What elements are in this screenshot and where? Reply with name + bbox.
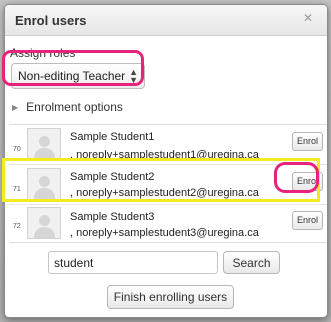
select-arrows-icon: ▲ ▼	[129, 67, 138, 85]
enrol-users-dialog: Enrol users ✕ Assign roles Non-editing T…	[4, 4, 328, 318]
user-name: Sample Student1	[70, 131, 155, 143]
expand-triangle-icon: ▶	[12, 102, 19, 112]
enrol-button[interactable]: Enrol	[292, 172, 323, 191]
enrolment-options-toggle[interactable]: ▶ Enrolment options	[12, 100, 123, 114]
user-email: , noreply+samplestudent1@uregina.ca	[70, 149, 259, 161]
avatar	[27, 207, 61, 239]
role-select[interactable]: Non-editing Teacher ▲ ▼	[11, 63, 145, 89]
avatar	[27, 128, 61, 160]
dialog-title: Enrol users	[15, 13, 87, 28]
close-icon[interactable]: ✕	[303, 11, 313, 25]
list-item: 70 Sample Student1 , noreply+samplestude…	[9, 125, 327, 165]
dialog-header: Enrol users ✕	[5, 5, 327, 36]
assign-roles-label: Assign roles	[10, 46, 76, 60]
avatar	[27, 168, 61, 200]
search-input[interactable]	[48, 251, 218, 274]
enrol-button[interactable]: Enrol	[292, 132, 323, 151]
search-button[interactable]: Search	[223, 251, 280, 274]
user-name: Sample Student3	[70, 211, 155, 223]
row-number: 71	[13, 186, 21, 193]
list-item: 71 Sample Student2 , noreply+samplestude…	[9, 165, 327, 205]
enrolment-options-label: Enrolment options	[26, 100, 123, 114]
row-number: 72	[13, 223, 21, 230]
list-item: 72 Sample Student3 , noreply+samplestude…	[9, 205, 327, 242]
user-name: Sample Student2	[70, 171, 155, 183]
enrol-button[interactable]: Enrol	[292, 211, 323, 230]
finish-enrolling-button[interactable]: Finish enrolling users	[107, 285, 234, 309]
user-email: , noreply+samplestudent2@uregina.ca	[70, 187, 259, 199]
row-number: 70	[13, 146, 21, 153]
user-list: 70 Sample Student1 , noreply+samplestude…	[9, 124, 327, 243]
role-select-value: Non-editing Teacher	[18, 69, 126, 83]
user-email: , noreply+samplestudent3@uregina.ca	[70, 227, 259, 239]
